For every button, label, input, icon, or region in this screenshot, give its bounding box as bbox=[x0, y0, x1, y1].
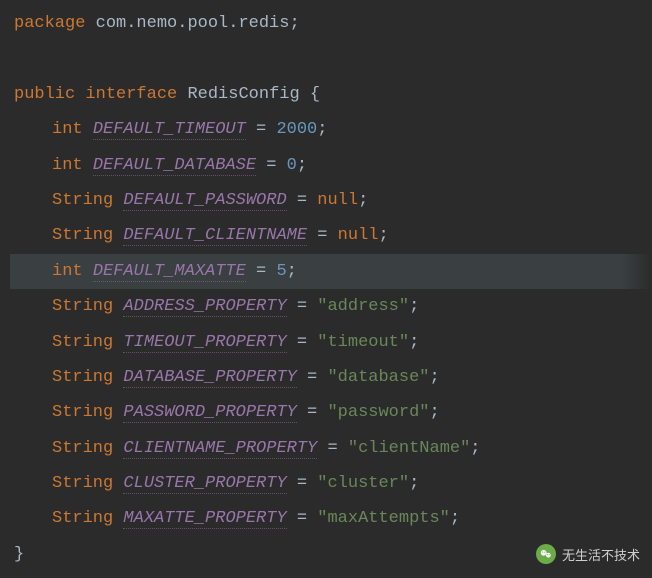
field-name: DEFAULT_TIMEOUT bbox=[93, 120, 246, 140]
type-keyword: String bbox=[52, 509, 113, 528]
type-keyword: int bbox=[52, 120, 83, 139]
field-name: DEFAULT_MAXATTE bbox=[93, 262, 246, 282]
keyword-interface: interface bbox=[85, 85, 177, 104]
field-value: "cluster" bbox=[317, 474, 409, 493]
field-name: ADDRESS_PROPERTY bbox=[123, 297, 286, 317]
code-line: int DEFAULT_DATABASE = 0; bbox=[10, 148, 652, 183]
field-value: "address" bbox=[317, 297, 409, 316]
code-line: package com.nemo.pool.redis; bbox=[10, 6, 652, 41]
field-name: TIMEOUT_PROPERTY bbox=[123, 333, 286, 353]
code-line: int DEFAULT_MAXATTE = 5; bbox=[10, 254, 652, 289]
type-keyword: int bbox=[52, 156, 83, 175]
field-name: MAXATTE_PROPERTY bbox=[123, 509, 286, 529]
field-name: CLIENTNAME_PROPERTY bbox=[123, 439, 317, 459]
field-name: DEFAULT_CLIENTNAME bbox=[123, 226, 307, 246]
code-line: public interface RedisConfig { bbox=[10, 77, 652, 112]
package-name: com.nemo.pool.redis bbox=[96, 14, 290, 33]
type-keyword: String bbox=[52, 191, 113, 210]
code-line: int DEFAULT_TIMEOUT = 2000; bbox=[10, 112, 652, 147]
type-keyword: String bbox=[52, 333, 113, 352]
field-value: null bbox=[317, 191, 358, 210]
field-name: CLUSTER_PROPERTY bbox=[123, 474, 286, 494]
field-value: 0 bbox=[287, 156, 297, 175]
code-line: String DATABASE_PROPERTY = "database"; bbox=[10, 360, 652, 395]
code-line: String TIMEOUT_PROPERTY = "timeout"; bbox=[10, 325, 652, 360]
code-line: String DEFAULT_PASSWORD = null; bbox=[10, 183, 652, 218]
field-value: "clientName" bbox=[348, 439, 470, 458]
type-keyword: String bbox=[52, 297, 113, 316]
code-line: } bbox=[10, 537, 652, 572]
field-name: DEFAULT_PASSWORD bbox=[123, 191, 286, 211]
keyword-package: package bbox=[14, 14, 85, 33]
code-line: String CLIENTNAME_PROPERTY = "clientName… bbox=[10, 431, 652, 466]
field-value: "database" bbox=[327, 368, 429, 387]
type-keyword: String bbox=[52, 368, 113, 387]
field-name: PASSWORD_PROPERTY bbox=[123, 403, 296, 423]
field-value: "timeout" bbox=[317, 333, 409, 352]
fields-container: int DEFAULT_TIMEOUT = 2000;int DEFAULT_D… bbox=[10, 112, 652, 537]
code-line: String PASSWORD_PROPERTY = "password"; bbox=[10, 395, 652, 430]
field-value: 5 bbox=[276, 262, 286, 281]
type-keyword: String bbox=[52, 439, 113, 458]
code-line: String MAXATTE_PROPERTY = "maxAttempts"; bbox=[10, 501, 652, 536]
field-value: "maxAttempts" bbox=[317, 509, 450, 528]
type-keyword: String bbox=[52, 226, 113, 245]
type-keyword: int bbox=[52, 262, 83, 281]
code-editor: package com.nemo.pool.redis; public inte… bbox=[0, 0, 652, 578]
keyword-public: public bbox=[14, 85, 75, 104]
code-line: String ADDRESS_PROPERTY = "address"; bbox=[10, 289, 652, 324]
field-value: 2000 bbox=[276, 120, 317, 139]
code-block: package com.nemo.pool.redis; public inte… bbox=[0, 0, 652, 578]
field-value: null bbox=[338, 226, 379, 245]
field-value: "password" bbox=[327, 403, 429, 422]
code-line: String DEFAULT_CLIENTNAME = null; bbox=[10, 218, 652, 253]
class-name: RedisConfig bbox=[187, 85, 299, 104]
field-name: DEFAULT_DATABASE bbox=[93, 156, 256, 176]
type-keyword: String bbox=[52, 474, 113, 493]
blank-line bbox=[10, 41, 652, 76]
type-keyword: String bbox=[52, 403, 113, 422]
code-line: String CLUSTER_PROPERTY = "cluster"; bbox=[10, 466, 652, 501]
field-name: DATABASE_PROPERTY bbox=[123, 368, 296, 388]
